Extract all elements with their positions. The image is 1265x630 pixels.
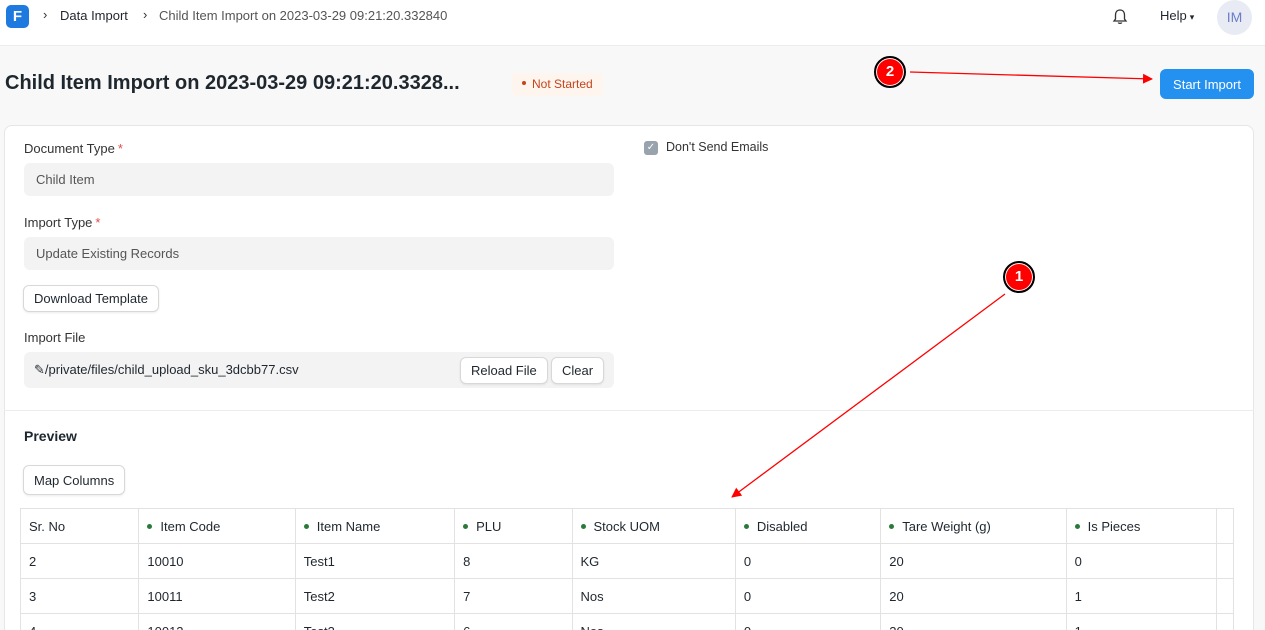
table-cell-spacer [1215, 543, 1235, 579]
column-header-text: Disabled [756, 518, 808, 534]
column-header[interactable]: Stock UOM [571, 508, 736, 544]
arrow-to-start-import [909, 71, 1153, 84]
reload-file-button[interactable]: Reload File [460, 357, 548, 384]
table-cell[interactable]: 10010 [138, 543, 296, 579]
table-cell[interactable]: 0 [734, 578, 882, 614]
status-dot-icon [522, 80, 526, 85]
file-path-text: /private/files/child_upload_sku_3dcbb77.… [44, 362, 299, 377]
table-cell[interactable]: Nos [571, 613, 736, 630]
column-header-text: Item Code [160, 518, 221, 534]
table-row: 4 10012 Test3 6 Nos 0 20 1 [19, 613, 1235, 630]
dont-send-emails-checkbox[interactable]: ✓ [644, 141, 658, 155]
column-header[interactable]: Is Pieces [1065, 508, 1217, 544]
status-badge: Not Started [512, 73, 603, 96]
annotation-marker-1: 1 [1003, 261, 1035, 293]
map-columns-button[interactable]: Map Columns [23, 465, 126, 495]
table-cell[interactable]: 20 [880, 543, 1067, 579]
table-cell[interactable]: Nos [571, 578, 736, 614]
table-row: 2 10010 Test1 8 KG 0 20 0 [19, 543, 1235, 579]
chevron-right-icon: › [143, 7, 148, 22]
table-cell[interactable]: 1 [1065, 578, 1217, 614]
column-header-text: Is Pieces [1087, 518, 1141, 534]
table-cell[interactable]: KG [571, 543, 736, 579]
column-header-text: Stock UOM [593, 518, 660, 534]
table-row: 3 10011 Test2 7 Nos 0 20 1 [19, 578, 1235, 614]
table-cell: 3 [19, 578, 140, 614]
help-label: Help [1160, 8, 1187, 23]
table-cell[interactable]: 0 [734, 613, 882, 630]
app-logo[interactable]: F [6, 5, 29, 28]
column-header-text: Tare Weight (g) [902, 518, 991, 534]
chevron-right-icon: › [43, 7, 48, 22]
table-header-row: Sr. No Item Code Item Name PLU Stock UOM… [19, 508, 1235, 544]
page-title: Child Item Import on 2023-03-29 09:21:20… [5, 72, 460, 94]
download-template-button[interactable]: Download Template [23, 285, 159, 312]
avatar[interactable]: IM [1217, 0, 1252, 35]
column-header-text: Item Name [316, 518, 381, 534]
table-cell[interactable]: 10012 [138, 613, 296, 630]
help-menu[interactable]: Help ▾ [1160, 8, 1194, 23]
import-file-field: ✎/private/files/child_upload_sku_3dcbb77… [24, 352, 614, 388]
column-header[interactable]: Item Code [138, 508, 296, 544]
import-file-label: Import File [24, 330, 86, 345]
column-header[interactable]: Item Name [294, 508, 456, 544]
document-type-label: Document Type * [24, 141, 123, 156]
preview-table: Sr. No Item Code Item Name PLU Stock UOM… [19, 508, 1235, 630]
table-cell: 4 [19, 613, 140, 630]
column-header-spacer [1215, 508, 1235, 544]
required-mark: * [95, 215, 101, 230]
table-cell: 2 [19, 543, 140, 579]
status-dot-icon [889, 523, 895, 529]
status-dot-icon [1074, 523, 1080, 529]
table-cell[interactable]: 8 [454, 543, 573, 579]
table-cell[interactable]: 0 [1065, 543, 1217, 579]
status-dot-icon [580, 523, 586, 529]
status-dot-icon [147, 523, 153, 529]
section-divider [4, 410, 1254, 411]
notification-bell-icon[interactable] [1110, 7, 1130, 27]
table-cell[interactable]: 10011 [138, 578, 296, 614]
table-cell-spacer [1215, 613, 1235, 630]
table-cell[interactable]: Test3 [294, 613, 456, 630]
column-header[interactable]: PLU [454, 508, 573, 544]
document-type-field[interactable]: Child Item [24, 163, 614, 196]
table-cell[interactable]: 20 [880, 578, 1067, 614]
dont-send-emails-label: Don't Send Emails [666, 140, 769, 154]
file-path[interactable]: ✎/private/files/child_upload_sku_3dcbb77… [34, 362, 299, 378]
column-header-text: PLU [476, 518, 502, 534]
preview-title: Preview [24, 428, 77, 444]
breadcrumb-current: Child Item Import on 2023-03-29 09:21:20… [159, 8, 448, 23]
clear-button[interactable]: Clear [551, 357, 605, 384]
column-header[interactable]: Tare Weight (g) [880, 508, 1067, 544]
annotation-marker-2: 2 [874, 56, 906, 88]
column-header: Sr. No [19, 508, 140, 544]
import-type-label-text: Import Type [24, 215, 93, 230]
table-cell[interactable]: 0 [734, 543, 882, 579]
navbar: F › Data Import › Child Item Import on 2… [0, 0, 1265, 46]
start-import-button[interactable]: Start Import [1160, 69, 1254, 99]
table-cell[interactable]: Test1 [294, 543, 456, 579]
status-dot-icon [303, 523, 309, 529]
paperclip-icon: ✎ [34, 362, 45, 377]
document-type-label-text: Document Type [24, 141, 115, 156]
column-header[interactable]: Disabled [734, 508, 882, 544]
import-type-label: Import Type * [24, 215, 100, 230]
table-cell[interactable]: 7 [454, 578, 573, 614]
table-cell[interactable]: 6 [454, 613, 573, 630]
required-mark: * [117, 141, 123, 156]
import-type-field[interactable]: Update Existing Records [24, 237, 614, 270]
column-header-text: Sr. No [29, 518, 66, 534]
check-icon: ✓ [646, 142, 656, 153]
chevron-down-icon: ▾ [1189, 12, 1195, 22]
status-dot-icon [743, 523, 749, 529]
table-cell-spacer [1215, 578, 1235, 614]
status-label: Not Started [532, 77, 593, 91]
status-dot-icon [463, 523, 469, 529]
table-cell[interactable]: 20 [880, 613, 1067, 630]
table-cell[interactable]: 1 [1065, 613, 1217, 630]
table-cell[interactable]: Test2 [294, 578, 456, 614]
breadcrumb-data-import[interactable]: Data Import [60, 8, 128, 23]
